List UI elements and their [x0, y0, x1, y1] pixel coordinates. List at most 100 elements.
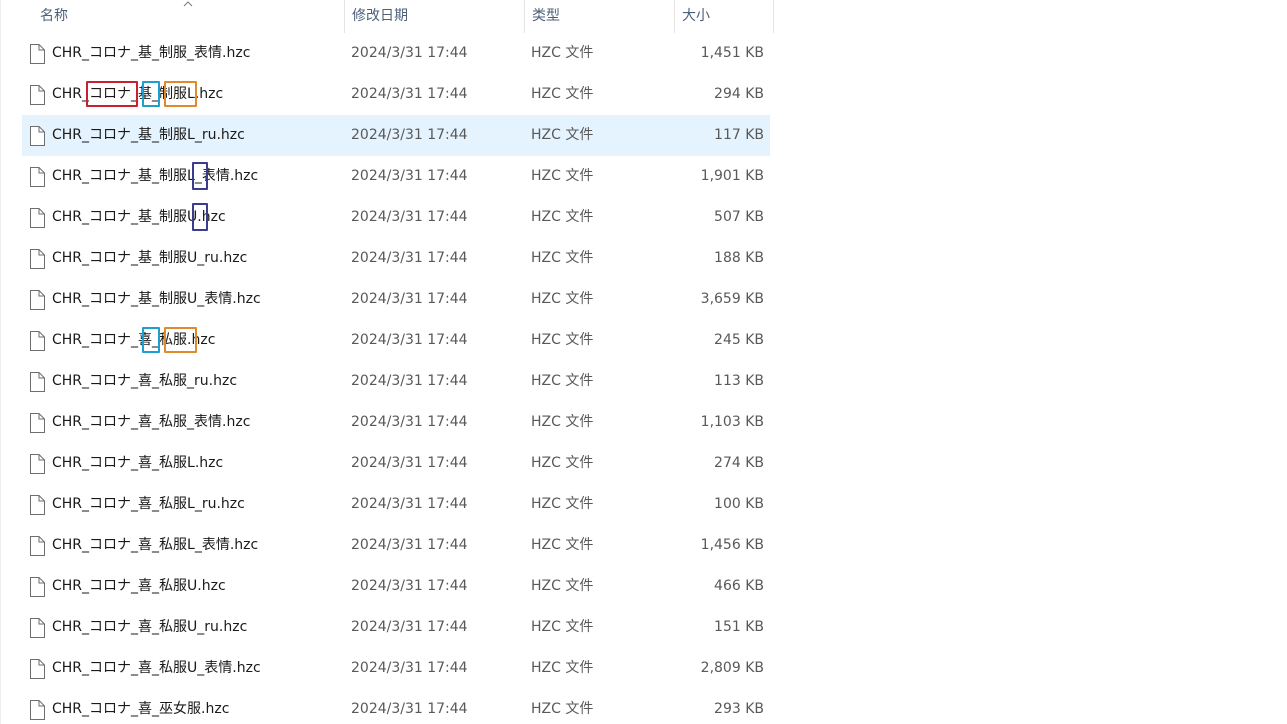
- file-size: 1,451 KB: [700, 45, 764, 61]
- column-header-date[interactable]: 修改日期: [344, 0, 524, 33]
- file-name: CHR_コロナ_基_制服L.hzc: [52, 86, 224, 102]
- file-row[interactable]: CHR_コロナ_基_制服L_ru.hzc 2024/3/31 17:44 HZC…: [22, 115, 770, 156]
- file-icon: [30, 454, 45, 474]
- file-row[interactable]: CHR_コロナ_基_制服U_ru.hzc 2024/3/31 17:44 HZC…: [22, 238, 770, 279]
- file-type: HZC 文件: [531, 496, 594, 512]
- file-size: 1,901 KB: [700, 168, 764, 184]
- file-modified-date: 2024/3/31 17:44: [351, 578, 468, 594]
- file-icon: [30, 85, 45, 105]
- file-row[interactable]: CHR_コロナ_喜_私服L_ru.hzc 2024/3/31 17:44 HZC…: [22, 484, 770, 525]
- file-row[interactable]: CHR_コロナ_喜_私服L_表情.hzc 2024/3/31 17:44 HZC…: [22, 525, 770, 566]
- file-icon: [30, 331, 45, 351]
- file-size: 274 KB: [714, 455, 764, 471]
- file-name: CHR_コロナ_喜_私服U.hzc: [52, 578, 226, 594]
- column-header-date-label: 修改日期: [352, 8, 408, 24]
- file-modified-date: 2024/3/31 17:44: [351, 168, 468, 184]
- file-size: 151 KB: [714, 619, 764, 635]
- column-header-type-label: 类型: [532, 8, 560, 24]
- file-row[interactable]: CHR_コロナ_喜_私服_表情.hzc 2024/3/31 17:44 HZC …: [22, 402, 770, 443]
- file-modified-date: 2024/3/31 17:44: [351, 373, 468, 389]
- file-type: HZC 文件: [531, 250, 594, 266]
- file-icon: [30, 495, 45, 515]
- file-icon: [30, 413, 45, 433]
- file-type: HZC 文件: [531, 45, 594, 61]
- file-row[interactable]: CHR_コロナ_喜_私服U.hzc 2024/3/31 17:44 HZC 文件…: [22, 566, 770, 607]
- column-header-bar: 名称 修改日期 类型 大小: [22, 0, 774, 33]
- file-size: 1,103 KB: [700, 414, 764, 430]
- file-modified-date: 2024/3/31 17:44: [351, 209, 468, 225]
- file-icon: [30, 700, 45, 720]
- file-type: HZC 文件: [531, 373, 594, 389]
- file-name: CHR_コロナ_基_制服L_表情.hzc: [52, 168, 259, 184]
- file-row[interactable]: CHR_コロナ_喜_巫女服.hzc 2024/3/31 17:44 HZC 文件…: [22, 689, 770, 724]
- file-modified-date: 2024/3/31 17:44: [351, 701, 468, 717]
- file-modified-date: 2024/3/31 17:44: [351, 86, 468, 102]
- file-name: CHR_コロナ_喜_私服L_ru.hzc: [52, 496, 245, 512]
- file-name: CHR_コロナ_喜_私服U_ru.hzc: [52, 619, 248, 635]
- file-icon: [30, 536, 45, 556]
- file-size: 1,456 KB: [700, 537, 764, 553]
- pane-divider: [0, 0, 1, 724]
- file-name: CHR_コロナ_喜_巫女服.hzc: [52, 701, 230, 717]
- file-row[interactable]: CHR_コロナ_喜_私服U_ru.hzc 2024/3/31 17:44 HZC…: [22, 607, 770, 648]
- file-modified-date: 2024/3/31 17:44: [351, 332, 468, 348]
- file-name: CHR_コロナ_喜_私服_表情.hzc: [52, 414, 251, 430]
- file-type: HZC 文件: [531, 168, 594, 184]
- file-size: 113 KB: [714, 373, 764, 389]
- column-header-type[interactable]: 类型: [524, 0, 674, 33]
- file-icon: [30, 290, 45, 310]
- file-row[interactable]: CHR_コロナ_基_制服L_表情.hzc 2024/3/31 17:44 HZC…: [22, 156, 770, 197]
- file-modified-date: 2024/3/31 17:44: [351, 250, 468, 266]
- file-name: CHR_コロナ_喜_私服U_表情.hzc: [52, 660, 261, 676]
- file-modified-date: 2024/3/31 17:44: [351, 496, 468, 512]
- file-modified-date: 2024/3/31 17:44: [351, 414, 468, 430]
- file-type: HZC 文件: [531, 86, 594, 102]
- file-size: 294 KB: [714, 86, 764, 102]
- file-modified-date: 2024/3/31 17:44: [351, 127, 468, 143]
- column-header-size[interactable]: 大小: [674, 0, 774, 33]
- file-modified-date: 2024/3/31 17:44: [351, 455, 468, 471]
- file-type: HZC 文件: [531, 537, 594, 553]
- file-modified-date: 2024/3/31 17:44: [351, 45, 468, 61]
- file-size: 507 KB: [714, 209, 764, 225]
- file-name: CHR_コロナ_喜_私服.hzc: [52, 332, 216, 348]
- file-modified-date: 2024/3/31 17:44: [351, 291, 468, 307]
- file-icon: [30, 44, 45, 64]
- file-icon: [30, 659, 45, 679]
- file-row[interactable]: CHR_コロナ_基_制服_表情.hzc 2024/3/31 17:44 HZC …: [22, 33, 770, 74]
- file-type: HZC 文件: [531, 455, 594, 471]
- file-icon: [30, 372, 45, 392]
- file-size: 293 KB: [714, 701, 764, 717]
- file-size: 3,659 KB: [700, 291, 764, 307]
- file-row[interactable]: CHR_コロナ_喜_私服U_表情.hzc 2024/3/31 17:44 HZC…: [22, 648, 770, 689]
- file-name: CHR_コロナ_喜_私服L_表情.hzc: [52, 537, 259, 553]
- file-row[interactable]: CHR_コロナ_基_制服L.hzc 2024/3/31 17:44 HZC 文件…: [22, 74, 770, 115]
- file-type: HZC 文件: [531, 414, 594, 430]
- column-header-size-label: 大小: [682, 8, 710, 24]
- file-type: HZC 文件: [531, 660, 594, 676]
- file-size: 466 KB: [714, 578, 764, 594]
- file-row[interactable]: CHR_コロナ_喜_私服L.hzc 2024/3/31 17:44 HZC 文件…: [22, 443, 770, 484]
- file-name: CHR_コロナ_基_制服L_ru.hzc: [52, 127, 245, 143]
- file-modified-date: 2024/3/31 17:44: [351, 537, 468, 553]
- file-icon: [30, 126, 45, 146]
- file-row[interactable]: CHR_コロナ_喜_私服.hzc 2024/3/31 17:44 HZC 文件 …: [22, 320, 770, 361]
- file-size: 245 KB: [714, 332, 764, 348]
- file-size: 117 KB: [714, 127, 764, 143]
- file-type: HZC 文件: [531, 701, 594, 717]
- file-icon: [30, 249, 45, 269]
- file-icon: [30, 208, 45, 228]
- file-row[interactable]: CHR_コロナ_基_制服U.hzc 2024/3/31 17:44 HZC 文件…: [22, 197, 770, 238]
- file-row[interactable]: CHR_コロナ_喜_私服_ru.hzc 2024/3/31 17:44 HZC …: [22, 361, 770, 402]
- file-name: CHR_コロナ_基_制服_表情.hzc: [52, 45, 251, 61]
- file-name: CHR_コロナ_基_制服U_表情.hzc: [52, 291, 261, 307]
- file-size: 2,809 KB: [700, 660, 764, 676]
- file-size: 100 KB: [714, 496, 764, 512]
- file-row[interactable]: CHR_コロナ_基_制服U_表情.hzc 2024/3/31 17:44 HZC…: [22, 279, 770, 320]
- file-icon: [30, 167, 45, 187]
- file-type: HZC 文件: [531, 619, 594, 635]
- file-explorer: 名称 修改日期 类型 大小 CHR_コロナ_基_制服_表情.hzc 2024/3…: [0, 0, 1287, 724]
- file-list: CHR_コロナ_基_制服_表情.hzc 2024/3/31 17:44 HZC …: [22, 33, 770, 724]
- file-name: CHR_コロナ_喜_私服L.hzc: [52, 455, 224, 471]
- file-modified-date: 2024/3/31 17:44: [351, 619, 468, 635]
